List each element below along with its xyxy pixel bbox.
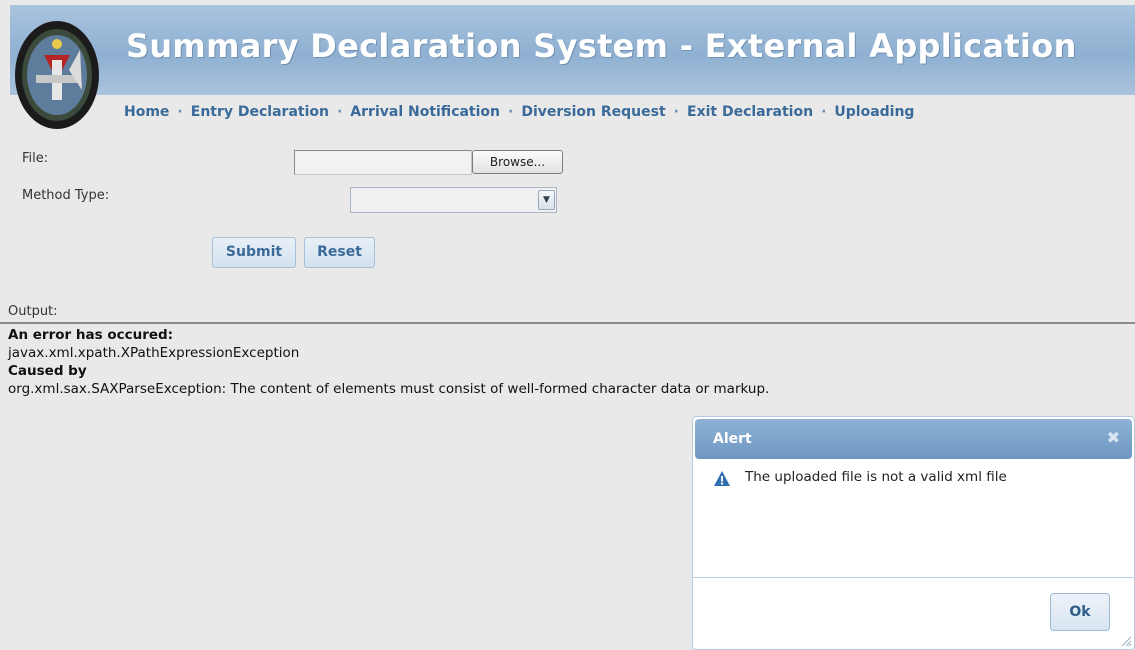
app-header: Summary Declaration System - External Ap… [0, 0, 1135, 130]
nav-home[interactable]: Home [124, 104, 169, 120]
close-icon[interactable]: ✖ [1107, 428, 1120, 447]
nav-uploading[interactable]: Uploading [834, 104, 914, 120]
method-type-label: Method Type: [22, 188, 110, 203]
reset-button[interactable]: Reset [304, 237, 375, 268]
nav-diversion-request[interactable]: Diversion Request [521, 104, 665, 120]
output-label: Output: [8, 304, 58, 319]
alert-dialog: Alert ✖ The uploaded file is not a valid… [692, 416, 1135, 650]
alert-title: Alert [713, 431, 752, 447]
resize-grip-icon[interactable] [1118, 633, 1132, 647]
error-heading: An error has occured: [8, 327, 174, 343]
alert-title-bar[interactable]: Alert ✖ [695, 419, 1132, 459]
nav-entry-declaration[interactable]: Entry Declaration [191, 104, 329, 120]
exception-text: javax.xml.xpath.XPathExpressionException [8, 345, 300, 361]
nav-separator: · [336, 104, 343, 120]
alert-divider [693, 577, 1134, 578]
customs-crest-icon [15, 21, 99, 129]
cause-detail-text: org.xml.sax.SAXParseException: The conte… [8, 381, 770, 397]
browse-button[interactable]: Browse... [472, 150, 563, 174]
file-label: File: [22, 151, 49, 166]
nav-exit-declaration[interactable]: Exit Declaration [687, 104, 813, 120]
nav-separator: · [821, 104, 827, 120]
nav-separator: · [673, 104, 679, 120]
title-banner: Summary Declaration System - External Ap… [10, 5, 1135, 95]
chevron-down-icon[interactable]: ▼ [538, 190, 555, 210]
nav-separator: · [508, 104, 514, 120]
main-nav: Home · Entry Declaration · Arrival Notificat… [124, 104, 914, 120]
output-divider [0, 322, 1135, 324]
ok-button[interactable]: Ok [1050, 593, 1110, 631]
caused-by-heading: Caused by [8, 363, 87, 379]
submit-button[interactable]: Submit [212, 237, 296, 268]
nav-separator: · [177, 104, 183, 120]
file-input[interactable] [294, 150, 472, 175]
alert-message: The uploaded file is not a valid xml fil… [745, 469, 1007, 485]
warning-icon [714, 471, 730, 486]
nav-arrival-notification[interactable]: Arrival Notification [350, 104, 500, 120]
method-type-select[interactable]: ▼ [350, 187, 557, 213]
app-title: Summary Declaration System - External Ap… [126, 27, 1077, 65]
